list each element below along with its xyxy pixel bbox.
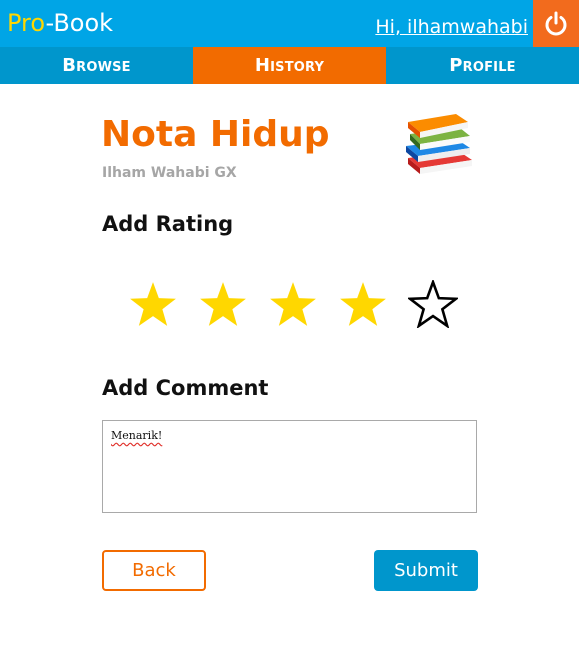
star-filled-icon	[340, 282, 386, 326]
comment-textarea[interactable]: Menarik!	[102, 420, 477, 513]
brand-logo[interactable]: Pro-Book	[7, 8, 113, 38]
add-comment-heading: Add Comment	[102, 376, 269, 400]
star-filled-icon	[130, 282, 176, 326]
books-stack-icon	[406, 114, 472, 174]
rating-star-3[interactable]	[258, 274, 328, 334]
star-filled-icon	[270, 282, 316, 326]
back-button[interactable]: Back	[102, 550, 206, 591]
comment-text: Menarik!	[111, 429, 163, 442]
greeting-link[interactable]: Hi, ilhamwahabi	[375, 15, 528, 39]
power-icon	[545, 11, 567, 35]
rating-star-4[interactable]	[328, 274, 398, 334]
book-author: Ilham Wahabi GX	[102, 165, 237, 181]
star-filled-icon	[200, 282, 246, 326]
rating-star-1[interactable]	[118, 274, 188, 334]
brand-pro: Pro	[7, 9, 46, 37]
submit-button[interactable]: Submit	[374, 550, 478, 591]
nav-profile[interactable]: Profile	[386, 47, 579, 84]
rating-star-5[interactable]	[398, 274, 468, 334]
nav-browse[interactable]: Browse	[0, 47, 193, 84]
add-rating-heading: Add Rating	[102, 212, 234, 236]
book-title: Nota Hidup	[101, 114, 330, 155]
logout-button[interactable]	[533, 0, 579, 47]
nav-history[interactable]: History	[193, 47, 386, 84]
rating-stars	[118, 274, 468, 334]
nav-bar: Browse History Profile	[0, 47, 579, 84]
brand-book: Book	[53, 9, 114, 37]
star-outline-icon	[408, 280, 458, 328]
top-bar: Pro-Book Hi, ilhamwahabi	[0, 0, 579, 47]
rating-star-2[interactable]	[188, 274, 258, 334]
